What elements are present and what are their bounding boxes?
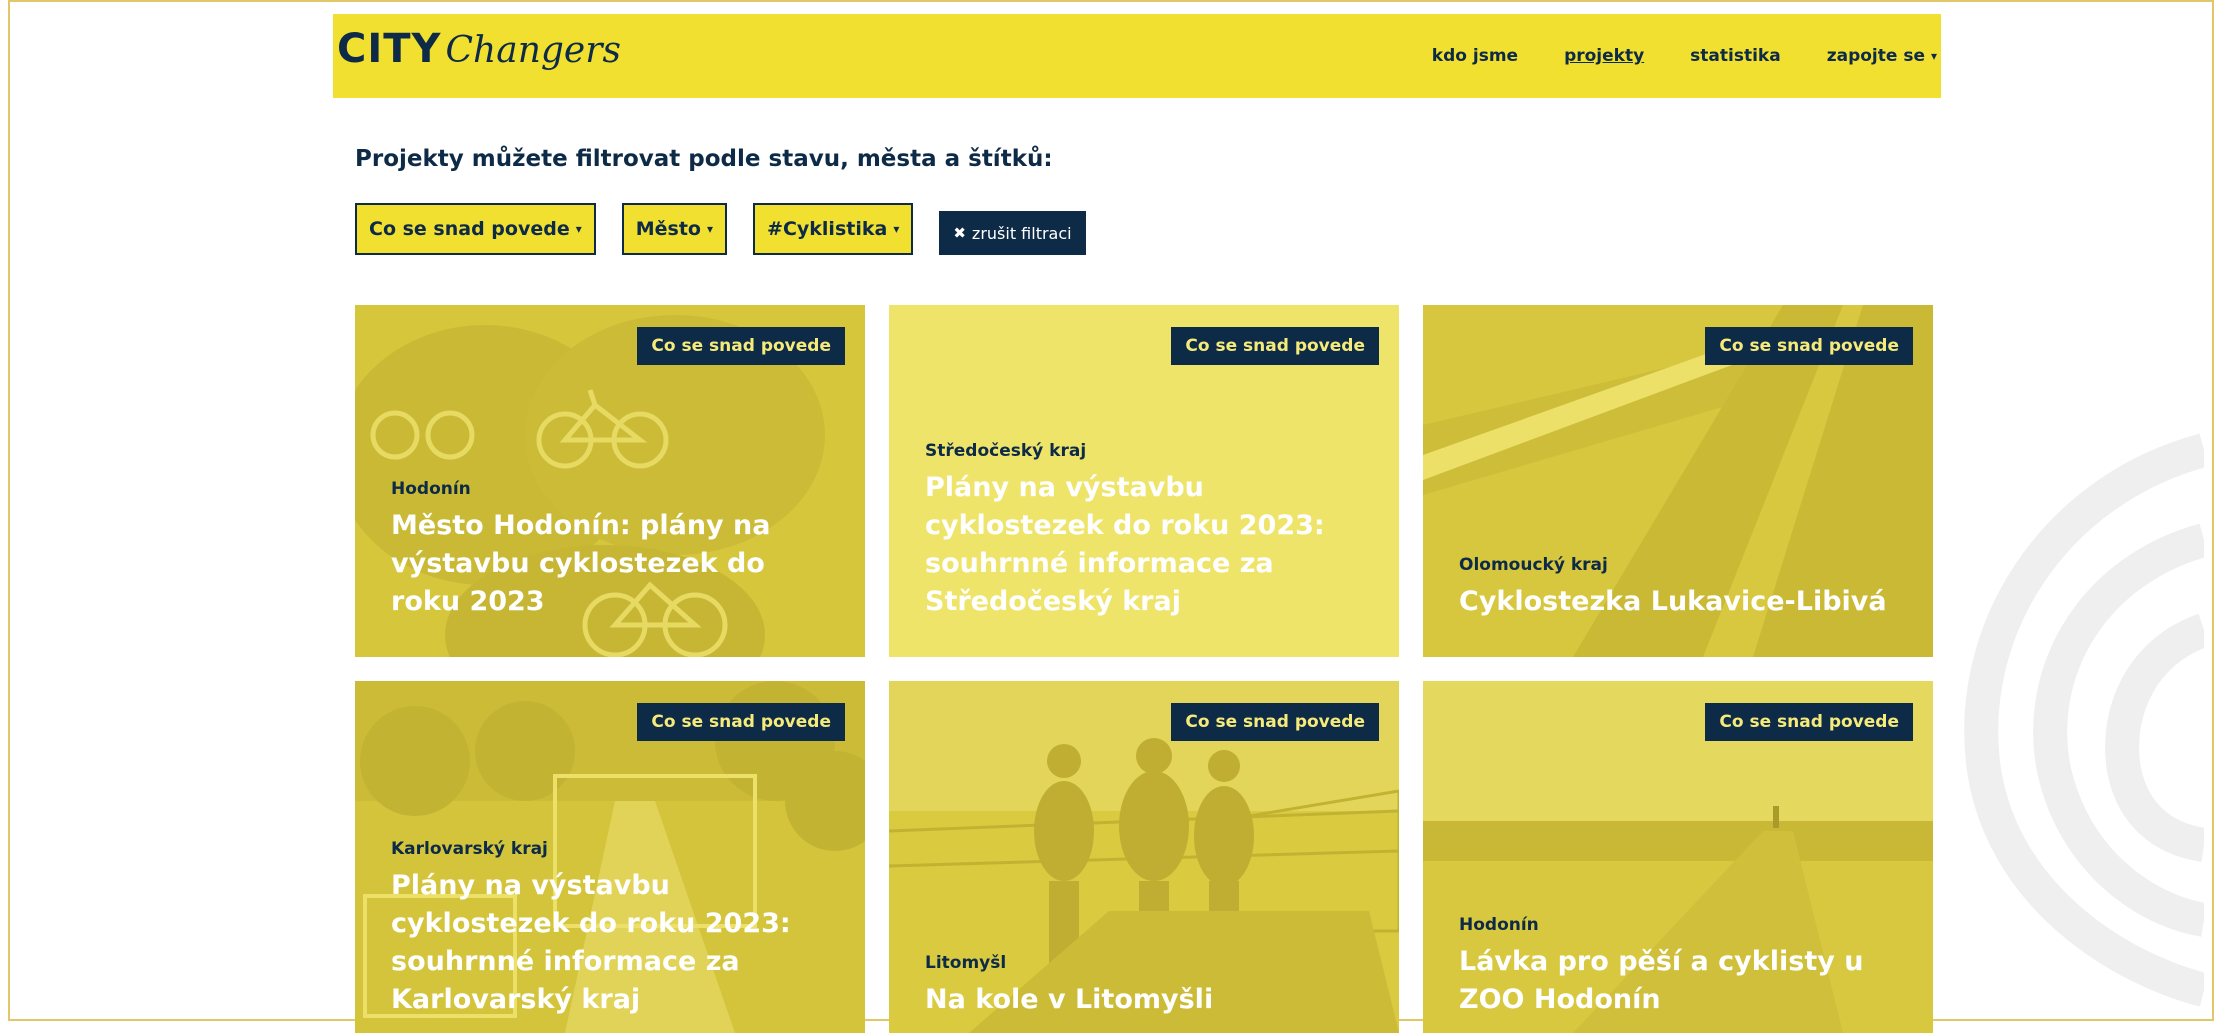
card-title: Cyklostezka Lukavice-Libivá: [1459, 586, 1887, 617]
card-city: Karlovarský kraj: [391, 839, 548, 859]
tag-filter-dropdown[interactable]: #Cyklistika ▾: [753, 203, 914, 255]
chevron-down-icon: ▾: [1930, 49, 1937, 63]
city-filter-label: Město: [635, 218, 701, 240]
nav-item-label: zapojte se: [1826, 46, 1925, 66]
caret-down-icon: ▾: [575, 222, 582, 236]
nav-item-projekty[interactable]: projekty: [1564, 46, 1644, 66]
tag-filter-label: #Cyklistika: [767, 218, 888, 240]
status-badge: Co se snad povede: [1705, 327, 1913, 365]
card-meta: Litomyšl Na kole v Litomyšli: [925, 953, 1369, 1019]
nav-item-kdo-jsme[interactable]: kdo jsme: [1432, 46, 1518, 66]
filter-heading: Projekty můžete filtrovat podle stavu, m…: [355, 146, 1053, 172]
project-card[interactable]: Co se snad povede Karlovarský kraj Plány…: [355, 681, 865, 1033]
caret-down-icon: ▾: [707, 222, 714, 236]
nav-item-zapojte-se[interactable]: zapojte se ▾: [1827, 46, 1937, 66]
main-nav: kdo jsme projekty statistika zapojte se …: [1386, 14, 1941, 98]
status-badge: Co se snad povede: [1705, 703, 1913, 741]
project-card[interactable]: Co se snad povede Litomyšl Na kole v Lit…: [889, 681, 1399, 1033]
site-logo[interactable]: CITY Changers: [337, 26, 621, 72]
status-badge: Co se snad povede: [637, 703, 845, 741]
clear-filter-button[interactable]: ✖ zrušit filtraci: [939, 211, 1086, 255]
close-icon: ✖: [953, 224, 966, 242]
card-meta: Středočeský kraj Plány na výstavbu cyklo…: [925, 441, 1369, 621]
status-filter-label: Co se snad povede: [369, 218, 570, 240]
caret-down-icon: ▾: [893, 222, 900, 236]
card-meta: Hodonín Lávka pro pěší a cyklisty u ZOO …: [1459, 915, 1903, 1019]
card-title: Na kole v Litomyšli: [925, 984, 1214, 1015]
card-city: Olomoucký kraj: [1459, 555, 1608, 575]
card-city: Litomyšl: [925, 953, 1007, 973]
filter-bar: Co se snad povede ▾ Město ▾ #Cyklistika …: [355, 203, 1086, 255]
card-city: Středočeský kraj: [925, 441, 1087, 461]
logo-changers-text: Changers: [445, 30, 621, 71]
logo-city-text: CITY: [337, 26, 442, 72]
project-card[interactable]: Co se snad povede Hodonín Město Hodonín:…: [355, 305, 865, 657]
city-filter-dropdown[interactable]: Město ▾: [621, 203, 728, 255]
card-meta: Karlovarský kraj Plány na výstavbu cyklo…: [391, 839, 835, 1019]
status-filter-dropdown[interactable]: Co se snad povede ▾: [355, 203, 596, 255]
clear-filter-label: zrušit filtraci: [971, 223, 1072, 243]
nav-item-label: statistika: [1690, 46, 1781, 66]
site-header: CITY Changers kdo jsme projekty statisti…: [333, 14, 1941, 98]
project-card[interactable]: Co se snad povede Středočeský kraj Plány…: [889, 305, 1399, 657]
card-meta: Olomoucký kraj Cyklostezka Lukavice-Libi…: [1459, 555, 1903, 621]
nav-item-label: projekty: [1564, 46, 1645, 66]
card-title: Plány na výstavbu cyklostezek do roku 20…: [925, 472, 1325, 617]
card-city: Hodonín: [391, 479, 471, 499]
project-card[interactable]: Co se snad povede Olomoucký kraj Cyklost…: [1423, 305, 1933, 657]
swirl-watermark: [1964, 433, 2204, 1007]
status-badge: Co se snad povede: [1171, 327, 1379, 365]
card-title: Město Hodonín: plány na výstavbu cyklost…: [391, 510, 771, 617]
status-badge: Co se snad povede: [637, 327, 845, 365]
card-city: Hodonín: [1459, 915, 1539, 935]
card-meta: Hodonín Město Hodonín: plány na výstavbu…: [391, 479, 835, 621]
nav-item-label: kdo jsme: [1431, 46, 1519, 66]
project-card[interactable]: Co se snad povede Hodonín Lávka pro pěší…: [1423, 681, 1933, 1033]
status-badge: Co se snad povede: [1171, 703, 1379, 741]
nav-item-statistika[interactable]: statistika: [1690, 46, 1781, 66]
card-title: Plány na výstavbu cyklostezek do roku 20…: [391, 870, 791, 1015]
card-title: Lávka pro pěší a cyklisty u ZOO Hodonín: [1459, 946, 1864, 1015]
